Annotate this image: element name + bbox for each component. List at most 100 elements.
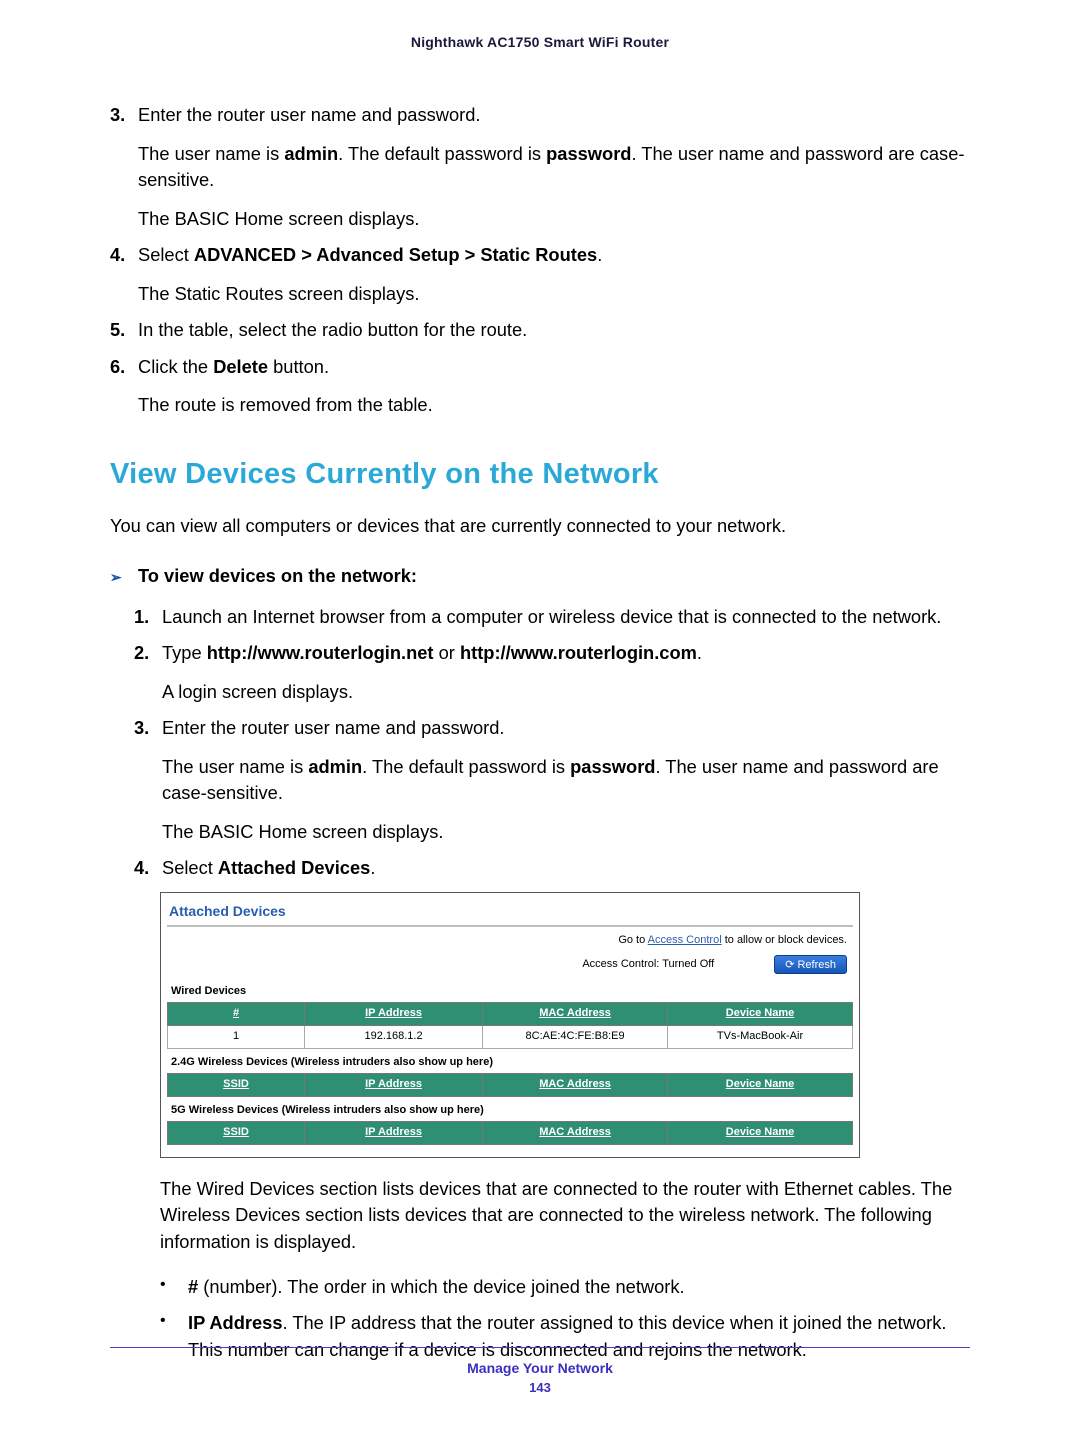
task-heading-text: To view devices on the network: — [138, 563, 417, 590]
table-header-row: SSID IP Address MAC Address Device Name — [168, 1073, 853, 1096]
col-ssid[interactable]: SSID — [168, 1121, 305, 1144]
step-body: Select ADVANCED > Advanced Setup > Stati… — [138, 242, 602, 307]
cell-mac: 8C:AE:4C:FE:B8:E9 — [483, 1025, 668, 1048]
col-ip[interactable]: IP Address — [305, 1121, 483, 1144]
wired-devices-label: Wired Devices — [171, 984, 853, 1000]
text: Select — [138, 244, 194, 265]
refresh-icon: ⟳ — [785, 959, 794, 971]
text: button. — [268, 356, 329, 377]
footer-title: Manage Your Network — [0, 1360, 1080, 1376]
cell-device-name: TVs-MacBook-Air — [668, 1025, 853, 1048]
text: Enter the router user name and password. — [162, 715, 970, 742]
step-number: 4. — [134, 855, 162, 882]
step-number: 5. — [110, 317, 138, 344]
text: Select Attached Devices. — [162, 855, 375, 882]
text: The user name is admin. The default pass… — [162, 754, 970, 807]
text: . — [597, 244, 602, 265]
text: Select — [162, 857, 218, 878]
attached-devices-screenshot: Attached Devices Go to Access Control to… — [160, 892, 860, 1158]
col-device-name[interactable]: Device Name — [668, 1121, 853, 1144]
section-heading: View Devices Currently on the Network — [110, 453, 970, 495]
text: Go to — [618, 934, 647, 946]
text: to allow or block devices. — [722, 934, 847, 946]
access-control-link[interactable]: Access Control — [648, 934, 722, 946]
text: The route is removed from the table. — [138, 392, 433, 419]
wireless-24g-table: SSID IP Address MAC Address Device Name — [167, 1073, 853, 1097]
cell-number: 1 — [168, 1025, 305, 1048]
text: Type http://www.routerlogin.net or http:… — [162, 640, 702, 667]
bold-text: http://www.routerlogin.net — [207, 642, 434, 663]
bold-text: # — [188, 1276, 198, 1297]
step-body: Type http://www.routerlogin.net or http:… — [162, 640, 702, 705]
col-mac[interactable]: MAC Address — [483, 1003, 668, 1026]
step-number: 4. — [110, 242, 138, 307]
text: The Wired Devices section lists devices … — [160, 1176, 970, 1256]
step-number: 6. — [110, 354, 138, 419]
doc-header: Nighthawk AC1750 Smart WiFi Router — [110, 34, 970, 50]
list-item: 4. Select Attached Devices. — [134, 855, 970, 882]
bold-text: password — [570, 756, 655, 777]
col-ssid[interactable]: SSID — [168, 1073, 305, 1096]
list-item: • # (number). The order in which the dev… — [160, 1274, 970, 1301]
table-header-row: # IP Address MAC Address Device Name — [168, 1003, 853, 1026]
step-number: 3. — [110, 102, 138, 232]
text: A login screen displays. — [162, 679, 702, 706]
text: The user name is — [138, 143, 284, 164]
text: Click the Delete button. — [138, 354, 433, 381]
step-number: 1. — [134, 604, 162, 631]
step-body: Enter the router user name and password.… — [162, 715, 970, 845]
footer-rule — [110, 1347, 970, 1348]
page: Nighthawk AC1750 Smart WiFi Router 3. En… — [0, 0, 1080, 1433]
text: or — [434, 642, 460, 663]
col-mac[interactable]: MAC Address — [483, 1121, 668, 1144]
col-number[interactable]: # — [168, 1003, 305, 1026]
page-number: 143 — [0, 1380, 1080, 1395]
steps-list-a: 3. Enter the router user name and passwo… — [110, 102, 970, 419]
list-item: 3. Enter the router user name and passwo… — [134, 715, 970, 845]
body-content: 3. Enter the router user name and passwo… — [110, 102, 970, 1363]
list-item: 2. Type http://www.routerlogin.net or ht… — [134, 640, 970, 705]
wireless-5g-label: 5G Wireless Devices (Wireless intruders … — [171, 1103, 853, 1119]
step-body: In the table, select the radio button fo… — [138, 317, 527, 344]
col-ip[interactable]: IP Address — [305, 1073, 483, 1096]
step-body: Click the Delete button. The route is re… — [138, 354, 433, 419]
bold-text: admin — [284, 143, 338, 164]
col-device-name[interactable]: Device Name — [668, 1003, 853, 1026]
wireless-24g-label: 2.4G Wireless Devices (Wireless intruder… — [171, 1055, 853, 1071]
col-ip[interactable]: IP Address — [305, 1003, 483, 1026]
task-heading: ➢ To view devices on the network: — [110, 563, 970, 590]
panel-title: Attached Devices — [167, 901, 853, 925]
access-control-status: Access Control: Turned Off — [582, 957, 714, 973]
refresh-button[interactable]: ⟳ Refresh — [774, 955, 847, 974]
text: Select ADVANCED > Advanced Setup > Stati… — [138, 242, 602, 269]
steps-list-b: 1. Launch an Internet browser from a com… — [134, 604, 970, 882]
toolbar-row: Access Control: Turned Off ⟳ Refresh — [167, 955, 847, 974]
step-body: Launch an Internet browser from a comput… — [162, 604, 941, 631]
text: The BASIC Home screen displays. — [138, 206, 970, 233]
text: . The default password is — [338, 143, 546, 164]
list-item: 1. Launch an Internet browser from a com… — [134, 604, 970, 631]
list-item: 3. Enter the router user name and passwo… — [110, 102, 970, 232]
text: Click the — [138, 356, 213, 377]
step-body: Select Attached Devices. — [162, 855, 375, 882]
col-device-name[interactable]: Device Name — [668, 1073, 853, 1096]
text: The Static Routes screen displays. — [138, 281, 602, 308]
text: . — [697, 642, 702, 663]
table-header-row: SSID IP Address MAC Address Device Name — [168, 1121, 853, 1144]
wireless-5g-table: SSID IP Address MAC Address Device Name — [167, 1121, 853, 1145]
text: In the table, select the radio button fo… — [138, 317, 527, 344]
table-row: 1 192.168.1.2 8C:AE:4C:FE:B8:E9 TVs-MacB… — [168, 1025, 853, 1048]
wired-devices-table: # IP Address MAC Address Device Name 1 1… — [167, 1002, 853, 1049]
text: Type — [162, 642, 207, 663]
bold-text: IP Address — [188, 1312, 283, 1333]
refresh-label: Refresh — [797, 959, 836, 971]
cell-ip: 192.168.1.2 — [305, 1025, 483, 1048]
col-mac[interactable]: MAC Address — [483, 1073, 668, 1096]
text: The BASIC Home screen displays. — [162, 819, 970, 846]
bold-text: Attached Devices — [218, 857, 370, 878]
text: (number). The order in which the device … — [198, 1276, 684, 1297]
step-number: 2. — [134, 640, 162, 705]
list-item: 4. Select ADVANCED > Advanced Setup > St… — [110, 242, 970, 307]
text: . — [370, 857, 375, 878]
bold-text: ADVANCED > Advanced Setup > Static Route… — [194, 244, 597, 265]
